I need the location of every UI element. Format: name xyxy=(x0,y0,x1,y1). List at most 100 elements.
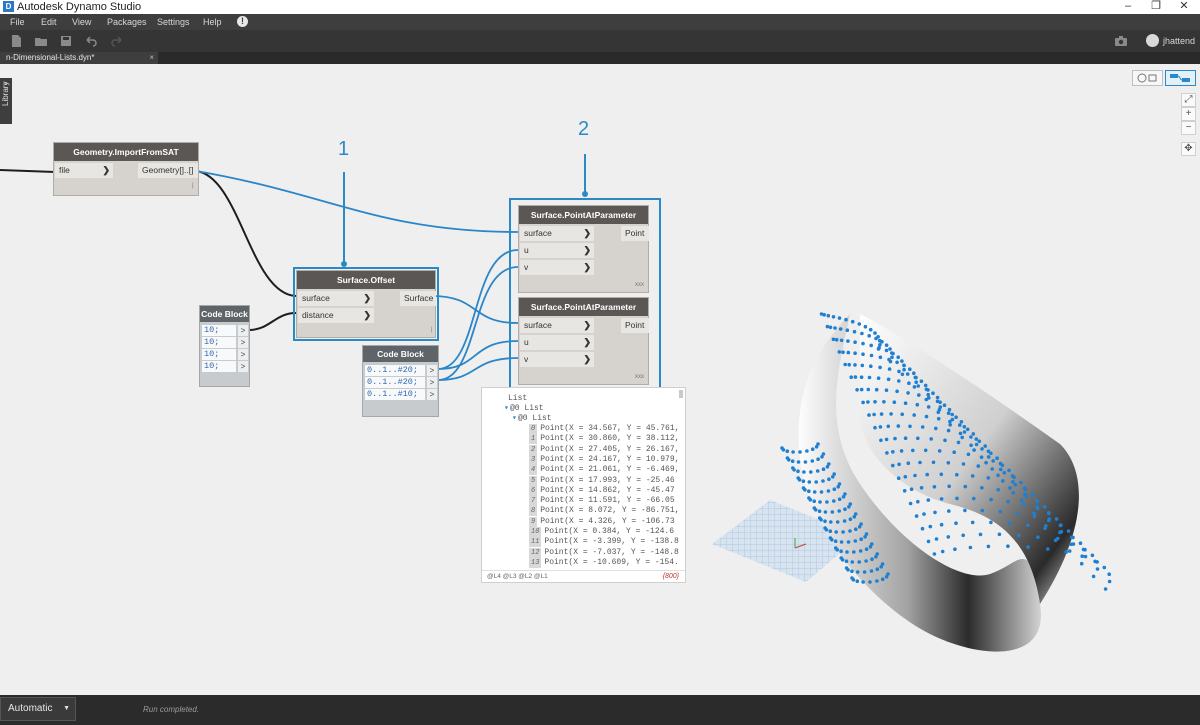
surface-point xyxy=(852,515,857,519)
open-file-icon[interactable] xyxy=(34,34,48,48)
undo-icon[interactable] xyxy=(84,34,98,48)
surface-point xyxy=(859,375,864,380)
surface-point xyxy=(818,500,822,504)
surface-point xyxy=(963,508,967,513)
surface-point xyxy=(999,467,1003,472)
surface-point xyxy=(884,388,889,393)
surface-point xyxy=(916,499,920,504)
surface-point xyxy=(1013,482,1018,487)
surface-point xyxy=(850,576,854,580)
surface-point xyxy=(842,519,847,523)
surface-point xyxy=(1095,567,1100,571)
surface-point xyxy=(1053,538,1058,542)
surface-point xyxy=(935,395,940,400)
surface-point xyxy=(857,560,861,564)
menu-file[interactable]: File xyxy=(10,14,25,30)
surface-point xyxy=(810,459,815,463)
user-name[interactable]: jhattend xyxy=(1163,34,1195,48)
surface-point xyxy=(835,520,840,524)
new-file-icon[interactable] xyxy=(9,34,23,48)
surface-point xyxy=(853,539,858,543)
surface-point xyxy=(913,375,918,380)
surface-point xyxy=(839,549,843,553)
surface-point xyxy=(978,532,983,537)
menu-view[interactable]: View xyxy=(72,14,91,30)
surface-point xyxy=(869,364,873,369)
surface-point xyxy=(1107,579,1112,584)
surface-point xyxy=(860,363,865,368)
surface-point xyxy=(956,440,961,445)
restore-icon[interactable]: ❐ xyxy=(1142,0,1170,14)
surface-point xyxy=(966,452,971,457)
surface-point xyxy=(946,411,951,416)
surface-point xyxy=(890,355,894,360)
save-icon[interactable] xyxy=(59,34,73,48)
surface-point xyxy=(934,426,938,431)
surface-point xyxy=(912,371,916,376)
surface-point xyxy=(791,450,795,454)
menu-edit[interactable]: Edit xyxy=(41,14,57,30)
surface-point xyxy=(801,486,806,490)
surface-point xyxy=(1011,491,1016,495)
surface-point xyxy=(961,533,965,538)
tab-workspace[interactable]: n-Dimensional-Lists.dyn* × xyxy=(0,52,158,64)
redo-icon[interactable] xyxy=(110,34,124,48)
surface-point xyxy=(885,451,889,455)
surface-point xyxy=(857,525,862,529)
surface-point xyxy=(955,496,959,501)
surface-point xyxy=(896,355,900,360)
surface-point xyxy=(833,326,837,330)
run-mode-dropdown[interactable]: Automatic ▼ xyxy=(0,697,76,721)
surface-point xyxy=(872,412,876,417)
background-3d-preview xyxy=(712,312,1112,652)
surface-point xyxy=(902,489,907,493)
minimize-icon[interactable]: – xyxy=(1114,0,1142,14)
surface-point xyxy=(989,497,993,502)
surface-point xyxy=(796,469,800,474)
surface-point xyxy=(896,424,901,428)
surface-point xyxy=(812,506,817,510)
surface-point xyxy=(998,509,1003,514)
surface-point xyxy=(847,505,851,509)
surface-point xyxy=(1093,559,1097,564)
surface-point xyxy=(976,464,981,468)
surface-point xyxy=(1091,574,1096,579)
surface-point xyxy=(817,509,822,513)
surface-point xyxy=(1070,535,1074,540)
surface-point xyxy=(954,521,958,525)
surface-point xyxy=(900,412,904,417)
surface-point xyxy=(906,461,911,466)
surface-point xyxy=(873,331,877,335)
notification-icon[interactable]: ! xyxy=(237,16,248,27)
surface-point xyxy=(977,439,982,444)
surface-point xyxy=(891,351,895,356)
surface-point xyxy=(869,353,874,358)
surface-point xyxy=(868,545,873,549)
surface-point xyxy=(860,331,864,336)
graph-canvas[interactable]: ≡ Library ⤢ + − ✥ 1 2 Geometry.ImportFro… xyxy=(0,64,1200,695)
menu-help[interactable]: Help xyxy=(203,14,222,30)
user-avatar[interactable] xyxy=(1146,34,1159,47)
menu-settings[interactable]: Settings xyxy=(157,14,190,30)
surface-point xyxy=(831,337,836,342)
surface-point xyxy=(809,470,813,474)
tab-close-icon[interactable]: × xyxy=(149,52,154,64)
camera-icon[interactable] xyxy=(1114,34,1128,48)
surface-point xyxy=(1081,547,1086,552)
surface-point xyxy=(908,367,912,372)
surface-point xyxy=(892,400,897,405)
surface-point xyxy=(1031,492,1035,497)
surface-point xyxy=(796,460,801,464)
surface-point xyxy=(827,477,831,482)
surface-point xyxy=(1043,526,1047,531)
close-window-icon[interactable]: ✕ xyxy=(1170,0,1198,14)
surface-point xyxy=(1042,505,1047,509)
surface-point xyxy=(970,520,975,525)
surface-point xyxy=(924,414,929,419)
surface-point xyxy=(820,455,824,459)
surface-point xyxy=(873,400,877,404)
surface-point xyxy=(888,347,892,351)
surface-point xyxy=(828,325,833,330)
menu-packages[interactable]: Packages xyxy=(107,14,147,30)
surface-point xyxy=(884,575,889,579)
